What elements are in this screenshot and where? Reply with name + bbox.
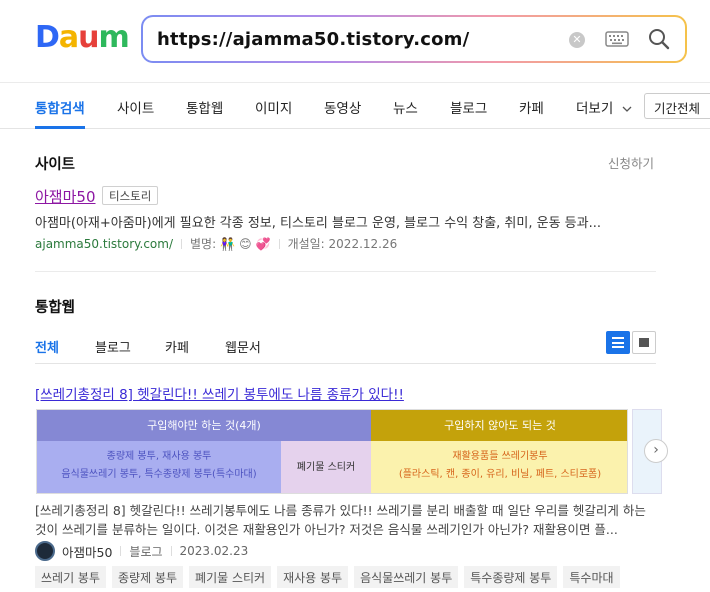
divider (181, 238, 183, 249)
post-date: 2023.02.23 (179, 544, 249, 558)
list-view-icon[interactable] (606, 331, 630, 354)
clear-icon[interactable]: ✕ (569, 32, 585, 48)
card-view-icon[interactable] (632, 331, 656, 354)
chevron-down-icon (622, 106, 632, 112)
period-filter-button[interactable]: 기간전체 (644, 93, 710, 119)
divider (170, 546, 172, 556)
logo-letter-a: a (58, 20, 79, 55)
search-input[interactable]: https://ajamma50.tistory.com/ (157, 29, 469, 50)
section-divider (35, 271, 656, 272)
post-meta: 아잼마50 블로그 2023.02.23 (35, 541, 248, 561)
tab-image[interactable]: 이미지 (255, 97, 292, 117)
tag-chip[interactable]: 재사용 봉투 (277, 566, 349, 588)
site-meta: ajamma50.tistory.com/ 별명: 👫 😊 💞 개설일: 202… (35, 235, 397, 252)
tab-more[interactable]: 더보기 (576, 97, 632, 117)
logo-letter-u: u (78, 20, 99, 55)
divider (120, 546, 122, 556)
logo-letter-d: D (35, 20, 60, 55)
subtab-cafe[interactable]: 카페 (165, 337, 189, 356)
tab-video[interactable]: 동영상 (324, 97, 361, 117)
web-section-title: 통합웹 (35, 300, 76, 316)
smile-emoji-icon: 😊 (239, 236, 252, 251)
thumb-body-left: 종량제 봉투, 재사용 봉투 음식물쓰레기 봉투, 특수종량제 봉투(특수마대) (37, 441, 281, 493)
divider (278, 238, 280, 249)
subtab-blog[interactable]: 블로그 (95, 337, 131, 356)
tag-chip[interactable]: 특수종량제 봉투 (464, 566, 558, 588)
header: D a u m https://ajamma50.tistory.com/ ✕ (0, 0, 710, 82)
subtab-webdocs[interactable]: 웹문서 (225, 337, 261, 356)
apply-link[interactable]: 신청하기 (608, 153, 654, 172)
post-title-link[interactable]: [쓰레기총정리 8] 헷갈린다!! 쓰레기 봉투에도 나름 종류가 있다!! (35, 383, 404, 403)
tag-chip[interactable]: 폐기물 스티커 (189, 566, 272, 588)
post-author[interactable]: 아잼마50 (62, 542, 112, 561)
thumb-body-left-line1: 종량제 봉투, 재사용 봉투 (106, 451, 212, 462)
tab-integrated-web[interactable]: 통합웹 (186, 97, 223, 117)
avatar[interactable] (35, 541, 55, 561)
opened-date: 개설일: 2022.12.26 (287, 237, 398, 251)
thumb-header-left: 구입해야만 하는 것(4개) (37, 410, 371, 441)
post-source: 블로그 (129, 544, 163, 559)
tab-site[interactable]: 사이트 (117, 97, 154, 117)
tag-chip[interactable]: 종량제 봉투 (112, 566, 184, 588)
tab-more-label: 더보기 (576, 101, 614, 117)
chevron-right-icon[interactable]: › (644, 439, 668, 463)
thumb-header-right: 구입하지 않아도 되는 것 (371, 410, 627, 441)
thumb-body-right: 재활용품들 쓰레기봉투 (플라스틱, 캔, 종이, 유리, 비닐, 페트, 스티… (371, 441, 627, 493)
site-name-link[interactable]: 아잼마50 (35, 186, 96, 207)
thumb-body-right-line1: 재활용품들 쓰레기봉투 (452, 451, 548, 462)
tab-integrated-search[interactable]: 통합검색 (35, 97, 85, 117)
site-url[interactable]: ajamma50.tistory.com/ (35, 237, 173, 251)
search-nav: 통합검색 사이트 통합웹 이미지 동영상 뉴스 블로그 카페 더보기 기간전체 (0, 82, 710, 129)
keyboard-icon[interactable] (605, 30, 629, 48)
tag-chip[interactable]: 음식물쓰레기 봉투 (354, 566, 459, 588)
thumb-body-right-line2: (플라스틱, 캔, 종이, 유리, 비닐, 페트, 스티로폼) (398, 469, 602, 480)
alias-label: 별명: (190, 237, 217, 251)
couple-emoji-icon: 👫 (220, 236, 236, 251)
search-box: https://ajamma50.tistory.com/ ✕ (141, 15, 687, 63)
thumb-body-left-line2: 음식물쓰레기 봉투, 특수종량제 봉투(특수마대) (61, 469, 257, 480)
subtab-all[interactable]: 전체 (35, 337, 59, 356)
site-badge: 티스토리 (102, 186, 159, 205)
thumb-body-mid: 폐기물 스티커 (281, 441, 371, 493)
tag-chip[interactable]: 쓰레기 봉투 (35, 566, 107, 588)
tab-cafe[interactable]: 카페 (519, 97, 544, 117)
heart-emoji-icon: 💞 (255, 236, 271, 251)
subtab-divider (35, 363, 656, 364)
search-icon[interactable] (647, 27, 671, 51)
post-thumbnail[interactable]: 구입해야만 하는 것(4개) 구입하지 않아도 되는 것 종량제 봉투, 재사용… (36, 409, 628, 494)
tag-chip[interactable]: 특수마대 (563, 566, 620, 588)
site-section-title: 사이트 (35, 157, 76, 173)
daum-logo[interactable]: D a u m (35, 20, 130, 55)
post-description: [쓰레기총정리 8] 헷갈린다!! 쓰레기봉투에도 나름 종류가 있다!! 쓰레… (35, 503, 646, 537)
active-tab-indicator (35, 126, 85, 129)
tab-news[interactable]: 뉴스 (393, 97, 418, 117)
site-description: 아잼마(아재+아줌마)에게 필요한 각종 정보, 티스토리 블로그 운영, 블로… (35, 216, 601, 231)
logo-letter-m: m (98, 20, 130, 55)
tab-blog[interactable]: 블로그 (450, 97, 487, 117)
tag-list: 쓰레기 봉투 종량제 봉투 폐기물 스티커 재사용 봉투 음식물쓰레기 봉투 특… (35, 566, 620, 588)
